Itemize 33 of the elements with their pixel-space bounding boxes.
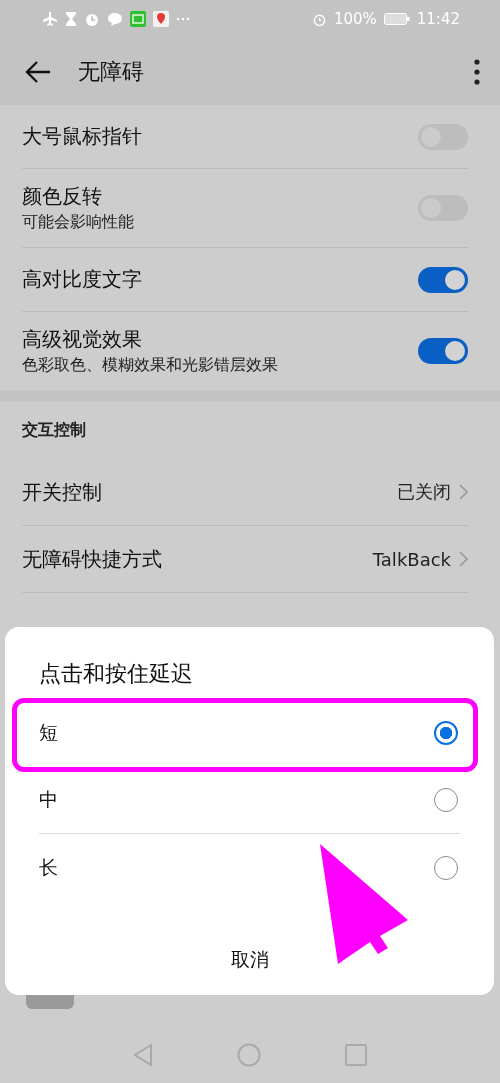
setting-value: 已关闭 <box>397 480 451 504</box>
setting-description: 色彩取色、模糊效果和光影错层效果 <box>22 355 279 376</box>
section-header: 交互控制 <box>22 419 87 441</box>
radio-option[interactable]: 短 <box>39 699 460 766</box>
chat-icon <box>107 11 123 27</box>
toggle-switch[interactable] <box>418 338 468 364</box>
more-icon <box>176 17 190 21</box>
menu-icon[interactable] <box>474 58 480 85</box>
airplane-icon <box>42 11 58 27</box>
setting-label: 开关控制 <box>22 478 103 506</box>
radio-option[interactable]: 长 <box>39 834 460 901</box>
back-icon[interactable] <box>24 59 52 84</box>
setting-label: 高对比度文字 <box>22 266 143 293</box>
dialog-title: 点击和按住延迟 <box>39 660 194 688</box>
battery-percent: 100% <box>333 10 377 28</box>
setting-label: 大号鼠标指针 <box>22 123 143 150</box>
page-title: 无障碍 <box>78 57 145 86</box>
setting-label: 高级视觉效果 <box>22 326 143 353</box>
setting-label: 无障碍快捷方式 <box>22 545 163 573</box>
chevron-icon <box>459 551 468 567</box>
alarm-icon <box>84 11 100 27</box>
cancel-button[interactable]: 取消 <box>210 939 289 981</box>
setting-label: 颜色反转 <box>22 183 103 210</box>
chevron-icon <box>459 484 468 500</box>
setting-value: TalkBack <box>372 548 451 570</box>
clock: 11:42 <box>416 10 460 28</box>
map-pin-icon <box>153 11 169 27</box>
radio-button[interactable] <box>434 720 458 745</box>
battery-icon <box>383 13 410 25</box>
radio-option[interactable]: 中 <box>39 766 460 833</box>
toggle-switch[interactable] <box>418 266 468 293</box>
setting-description: 可能会影响性能 <box>22 212 135 233</box>
hourglass-icon <box>65 11 77 27</box>
